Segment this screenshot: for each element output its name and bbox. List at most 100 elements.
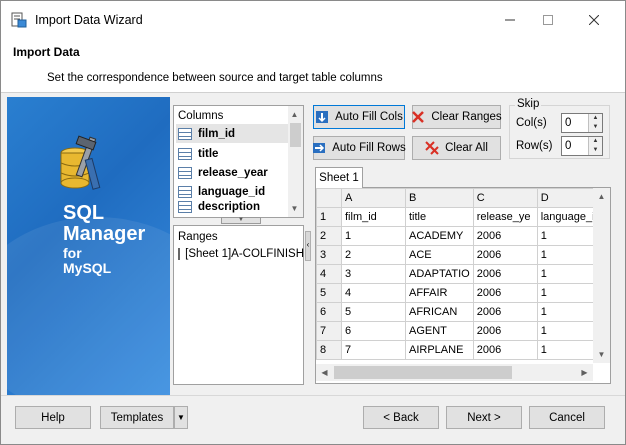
table-cell[interactable]: 4 <box>341 283 406 303</box>
column-item[interactable]: release_year <box>176 163 288 182</box>
templates-dropdown-icon[interactable]: ▼ <box>174 406 188 429</box>
spin-down-icon[interactable]: ▼ <box>588 123 602 132</box>
templates-button[interactable]: Templates <box>100 406 174 429</box>
range-item[interactable]: [Sheet 1]A-COLFINISH <box>178 248 304 260</box>
back-button[interactable]: < Back <box>363 406 439 429</box>
row-header[interactable]: 2 <box>316 226 342 246</box>
scroll-thumb[interactable] <box>334 366 512 379</box>
close-icon[interactable] <box>571 1 617 39</box>
column-header[interactable]: B <box>405 188 474 208</box>
table-cell[interactable]: AIRPLANE <box>405 340 474 360</box>
scroll-up-icon[interactable]: ▲ <box>287 106 302 123</box>
data-table: A B C D 1 film_id title release_ye language_… <box>316 188 605 360</box>
table-cell[interactable]: ADAPTATIO <box>405 264 474 284</box>
row-header[interactable]: 5 <box>316 283 342 303</box>
table-cell[interactable]: title <box>405 207 474 227</box>
column-header[interactable]: C <box>472 188 538 208</box>
step-title: Import Data <box>13 45 80 59</box>
scroll-right-icon[interactable]: ▶ <box>576 364 593 381</box>
grid-horizontal-scrollbar[interactable]: ◀ ▶ <box>316 364 593 381</box>
column-name: film_id <box>198 127 236 140</box>
tab-sheet-1[interactable]: Sheet 1 <box>315 167 363 188</box>
panel-collapse-handle[interactable]: ▼ <box>221 217 261 224</box>
skip-cols-spinner[interactable]: 0 ▲ ▼ <box>561 113 603 133</box>
back-label: < Back <box>383 411 419 424</box>
column-name: release_year <box>198 166 268 179</box>
clear-ranges-button[interactable]: Clear Ranges <box>412 105 502 129</box>
database-tools-icon <box>60 135 101 190</box>
ranges-list[interactable]: Ranges [Sheet 1]A-COLFINISH <box>173 225 304 385</box>
table-cell[interactable]: 2006 <box>472 302 538 322</box>
table-cell[interactable]: 6 <box>341 321 406 341</box>
row-header[interactable]: 1 <box>316 207 342 227</box>
auto-fill-cols-icon <box>315 110 329 124</box>
scroll-down-icon[interactable]: ▼ <box>287 200 302 217</box>
spin-up-icon[interactable]: ▲ <box>588 137 602 146</box>
row-header[interactable]: 7 <box>316 321 342 341</box>
column-item[interactable]: description <box>176 201 288 215</box>
scroll-up-icon[interactable]: ▲ <box>593 188 610 205</box>
grid-vertical-scrollbar[interactable]: ▲ ▼ <box>593 188 610 363</box>
skip-cols-label: Col(s) <box>516 117 547 129</box>
cancel-button[interactable]: Cancel <box>529 406 605 429</box>
table-cell[interactable]: release_ye <box>472 207 538 227</box>
scroll-down-icon[interactable]: ▼ <box>593 346 610 363</box>
scroll-left-icon[interactable]: ◀ <box>316 364 333 381</box>
scroll-thumb[interactable] <box>290 123 301 147</box>
row-header[interactable]: 6 <box>316 302 342 322</box>
corner-cell[interactable] <box>316 188 342 208</box>
table-cell[interactable]: 7 <box>341 340 406 360</box>
table-cell[interactable]: film_id <box>341 207 406 227</box>
table-cell[interactable]: 2006 <box>472 264 538 284</box>
table-row: 7 6 AGENT 2006 1 <box>316 321 605 341</box>
table-cell[interactable]: 2 <box>341 245 406 265</box>
clear-all-button[interactable]: Clear All <box>412 136 501 160</box>
table-cell[interactable]: 2006 <box>472 321 538 341</box>
import-wizard-icon <box>11 12 27 28</box>
maximize-icon[interactable] <box>525 1 571 39</box>
vertical-splitter[interactable]: ‹ <box>304 105 312 385</box>
skip-label: Skip <box>515 98 542 110</box>
row-header[interactable]: 8 <box>316 340 342 360</box>
columns-list[interactable]: Columns film_id title release_year langu… <box>173 105 304 218</box>
table-cell[interactable]: 1 <box>341 226 406 246</box>
table-cell[interactable]: 2006 <box>472 245 538 265</box>
auto-fill-cols-button[interactable]: Auto Fill Cols <box>313 105 405 129</box>
skip-cols-value[interactable]: 0 <box>565 117 571 129</box>
spreadsheet-grid[interactable]: A B C D 1 film_id title release_ye language_… <box>315 187 611 384</box>
auto-fill-rows-label: Auto Fill Rows <box>332 142 406 154</box>
clear-all-label: Clear All <box>445 142 488 154</box>
splitter-collapse-icon[interactable]: ‹ <box>305 231 311 261</box>
columns-scrollbar[interactable]: ▲ ▼ <box>288 106 303 217</box>
spin-up-icon[interactable]: ▲ <box>588 114 602 123</box>
spin-down-icon[interactable]: ▼ <box>588 146 602 155</box>
product-name: SQL Manager for MySQL <box>63 203 145 275</box>
table-cell[interactable]: 3 <box>341 264 406 284</box>
skip-rows-spinner[interactable]: 0 ▲ ▼ <box>561 136 603 156</box>
table-cell[interactable]: AGENT <box>405 321 474 341</box>
table-cell[interactable]: 2006 <box>472 283 538 303</box>
import-wizard-window: Import Data Wizard Import Data Set the c… <box>0 0 626 445</box>
table-cell[interactable]: AFFAIR <box>405 283 474 303</box>
next-button[interactable]: Next > <box>446 406 522 429</box>
column-item[interactable]: title <box>176 144 288 163</box>
table-cell[interactable]: 5 <box>341 302 406 322</box>
auto-fill-rows-button[interactable]: Auto Fill Rows <box>313 136 406 160</box>
help-button[interactable]: Help <box>15 406 91 429</box>
column-item[interactable]: language_id <box>176 182 288 201</box>
row-header[interactable]: 4 <box>316 264 342 284</box>
skip-rows-value[interactable]: 0 <box>565 140 571 152</box>
table-cell[interactable]: ACADEMY <box>405 226 474 246</box>
row-header[interactable]: 3 <box>316 245 342 265</box>
column-item[interactable]: film_id <box>176 124 288 143</box>
table-cell[interactable]: 2006 <box>472 340 538 360</box>
table-cell[interactable]: 2006 <box>472 226 538 246</box>
column-header-row: A B C D <box>316 188 605 208</box>
table-cell[interactable]: AFRICAN <box>405 302 474 322</box>
table-icon <box>178 127 192 140</box>
brand-line-4: MySQL <box>63 260 112 276</box>
table-cell[interactable]: ACE <box>405 245 474 265</box>
column-header[interactable]: A <box>341 188 406 208</box>
brand-line-3: for <box>63 245 82 261</box>
table-icon <box>178 185 192 198</box>
